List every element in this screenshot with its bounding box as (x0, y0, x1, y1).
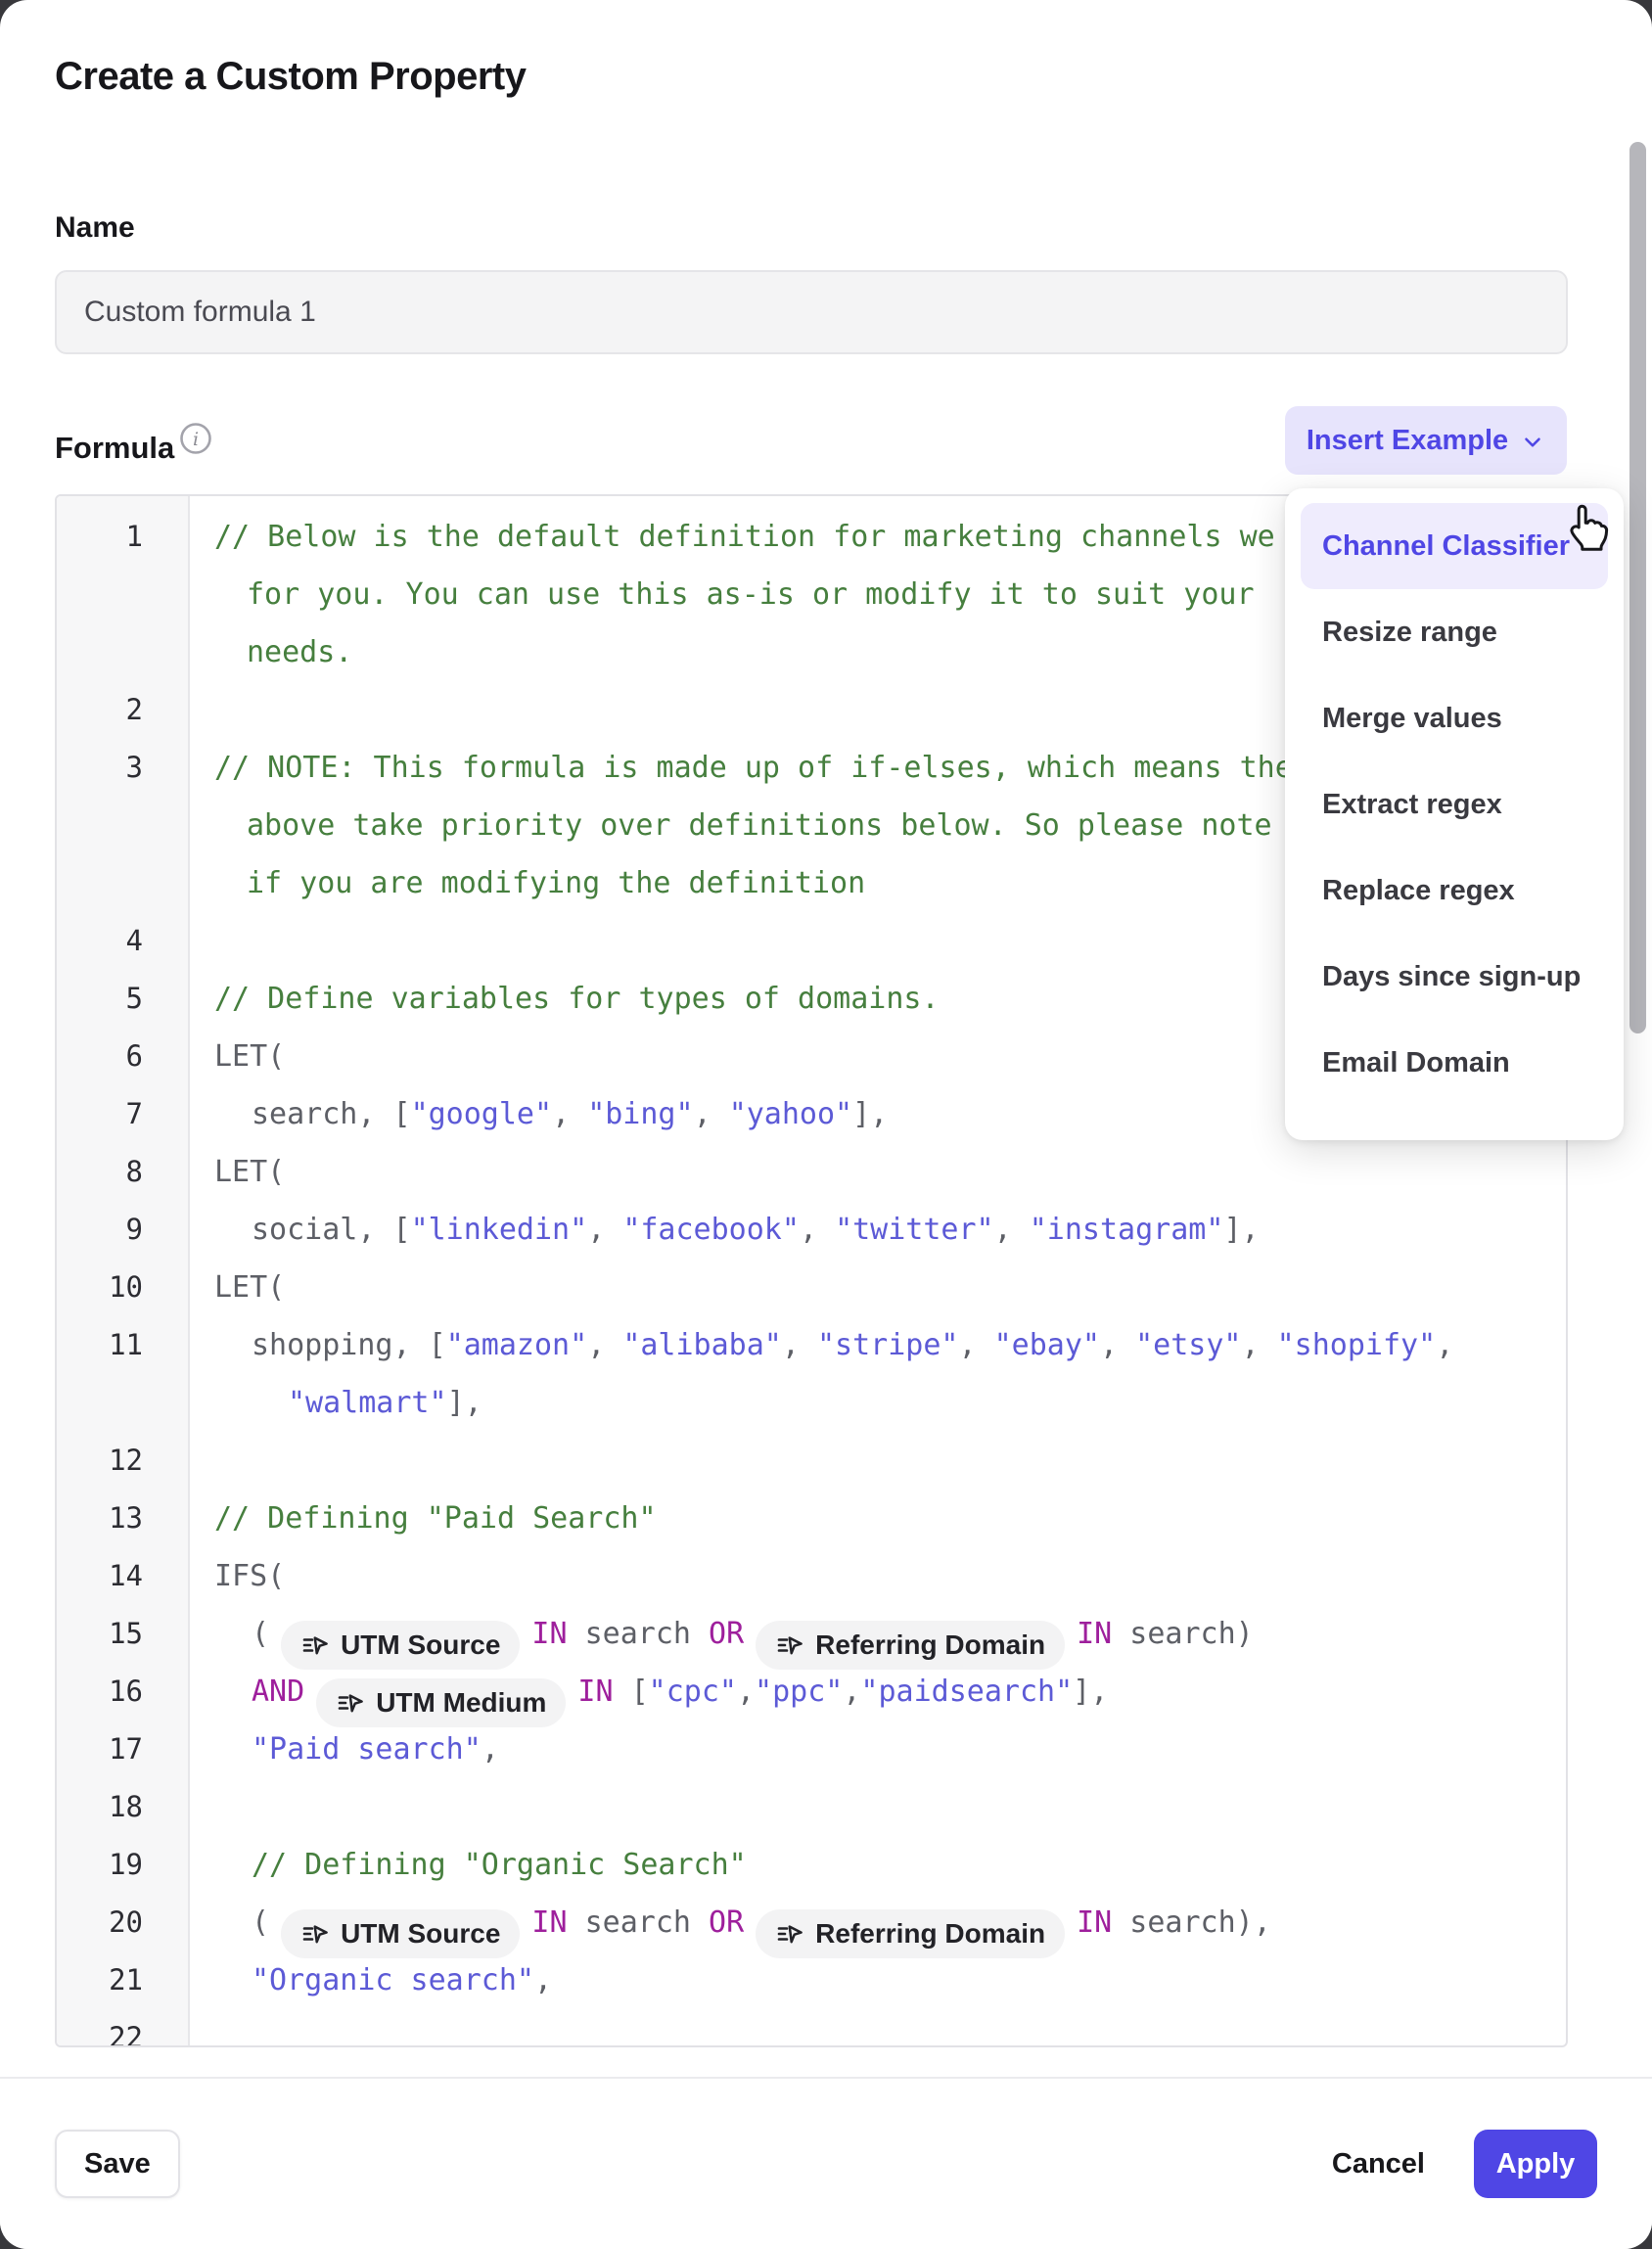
line-number: 2 (57, 681, 143, 739)
code-row: LET( (214, 1028, 285, 1085)
code-row: social, ["linkedin", "facebook", "twitte… (252, 1201, 1260, 1259)
code-row: for you. You can use this as-is or modif… (247, 566, 1255, 623)
line-number: 14 (57, 1547, 143, 1605)
code-row: // Define variables for types of domains… (214, 970, 940, 1028)
line-number: 9 (57, 1201, 143, 1259)
code-row: "walmart"], (288, 1374, 482, 1432)
code-row: search, ["google", "bing", "yahoo"], (252, 1085, 888, 1143)
line-number: 8 (57, 1143, 143, 1201)
menu-item-extract-regex[interactable]: Extract regex (1301, 761, 1608, 848)
code-row: needs. (247, 623, 352, 681)
save-button[interactable]: Save (55, 2130, 180, 2198)
line-number: 10 (57, 1259, 143, 1316)
menu-item-email-domain[interactable]: Email Domain (1301, 1020, 1608, 1106)
line-number: 13 (57, 1490, 143, 1547)
hand-cursor-icon (1558, 501, 1613, 556)
code-row: // Defining "Paid Search" (214, 1490, 657, 1547)
insert-example-button[interactable]: Insert Example (1285, 406, 1567, 475)
code-row: LET( (214, 1259, 285, 1316)
line-number: 7 (57, 1085, 143, 1143)
code-row: if you are modifying the definition (247, 854, 865, 912)
line-number: 19 (57, 1836, 143, 1894)
code-row: "Paid search", (252, 1721, 499, 1778)
code-row: IFS( (214, 1547, 285, 1605)
line-number: 15 (57, 1605, 143, 1663)
menu-item-resize-range[interactable]: Resize range (1301, 589, 1608, 675)
property-chip[interactable]: Referring Domain (756, 1909, 1065, 1958)
name-label: Name (55, 211, 135, 245)
code-row: (UTM SourceIN search ORReferring DomainI… (252, 1605, 1254, 1663)
line-number: 16 (57, 1663, 143, 1721)
line-number: 1 (57, 508, 143, 566)
formula-label: Formula (55, 431, 174, 466)
line-number: 3 (57, 739, 143, 797)
menu-item-replace-regex[interactable]: Replace regex (1301, 848, 1608, 934)
menu-item-days-since-sign-up[interactable]: Days since sign-up (1301, 934, 1608, 1020)
line-number: 5 (57, 970, 143, 1028)
chevron-down-icon (1520, 430, 1545, 455)
cancel-button[interactable]: Cancel (1332, 2130, 1425, 2198)
event-property-icon (775, 1630, 804, 1660)
code-row: // Defining "Organic Search" (252, 1836, 747, 1894)
line-number: 22 (57, 2009, 143, 2047)
event-property-icon (300, 1630, 330, 1660)
insert-example-menu: Channel ClassifierResize rangeMerge valu… (1285, 488, 1624, 1140)
insert-example-label: Insert Example (1307, 425, 1508, 457)
code-row: ANDUTM MediumIN ["cpc","ppc","paidsearch… (252, 1663, 1108, 1721)
menu-item-merge-values[interactable]: Merge values (1301, 675, 1608, 761)
line-number: 6 (57, 1028, 143, 1085)
line-number: 12 (57, 1432, 143, 1490)
create-custom-property-modal: Create a Custom Property Name Formula i … (0, 0, 1652, 2249)
line-number: 17 (57, 1721, 143, 1778)
line-number: 20 (57, 1894, 143, 1951)
property-chip-label: Referring Domain (815, 1909, 1045, 1958)
modal-scrollbar-thumb[interactable] (1629, 142, 1646, 1033)
apply-button[interactable]: Apply (1474, 2130, 1597, 2198)
line-number: 4 (57, 912, 143, 970)
modal-title: Create a Custom Property (55, 55, 526, 99)
modal-footer: Save Cancel Apply (0, 2077, 1652, 2249)
line-number: 11 (57, 1316, 143, 1374)
code-row: LET( (214, 1143, 285, 1201)
info-icon[interactable]: i (178, 421, 213, 456)
code-row: above take priority over definitions bel… (247, 797, 1448, 854)
code-row: shopping, ["amazon", "alibaba", "stripe"… (252, 1316, 1453, 1374)
event-property-icon (300, 1919, 330, 1949)
name-input[interactable] (55, 270, 1568, 354)
svg-text:i: i (193, 429, 199, 450)
line-number: 21 (57, 1951, 143, 2009)
line-number: 18 (57, 1778, 143, 1836)
code-row: (UTM SourceIN search ORReferring DomainI… (252, 1894, 1271, 1951)
event-property-icon (775, 1919, 804, 1949)
code-row: "Organic search", (252, 1951, 552, 2009)
event-property-icon (336, 1688, 365, 1718)
